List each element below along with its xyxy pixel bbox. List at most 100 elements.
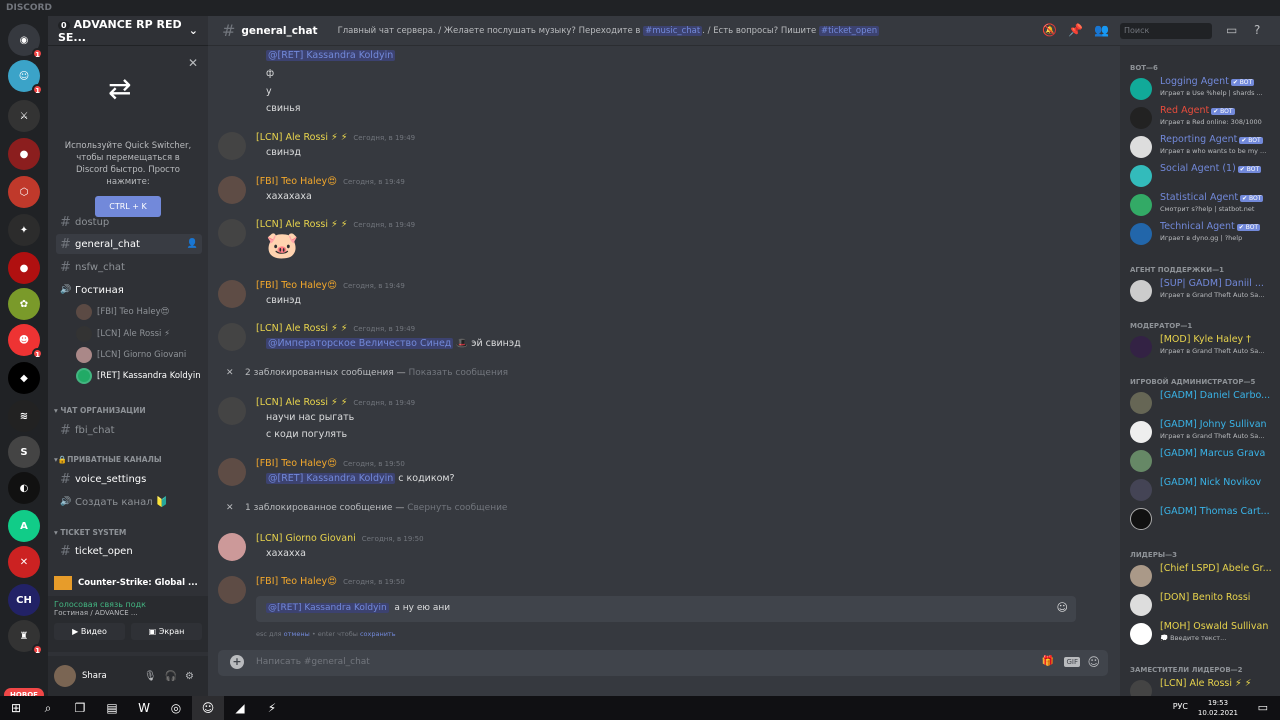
voice-channel-create[interactable]: 🔊 Создать канал 🔰	[56, 492, 202, 512]
mention[interactable]: @[RET] Kassandra Koldyin	[266, 50, 396, 61]
avatar[interactable]	[218, 533, 246, 561]
chrome-icon[interactable]: ◎	[160, 696, 192, 720]
channel-general-chat[interactable]: # general_chat 👤	[56, 234, 202, 254]
category-org[interactable]: ▾ ЧАТ ОРГАНИЗАЦИИ	[54, 406, 146, 415]
gift-icon[interactable]: 🎁	[1042, 656, 1054, 667]
server-icon[interactable]: ☺ 1	[8, 60, 43, 95]
help-icon[interactable]: ?	[1254, 23, 1260, 37]
channel-voice-settings[interactable]: # voice_settings	[56, 469, 202, 489]
discord-icon[interactable]: ☺	[192, 696, 224, 720]
avatar[interactable]	[218, 132, 246, 160]
member[interactable]: Statistical Agent ✔ BOT Смотрит s?help | s…	[1130, 192, 1278, 218]
member[interactable]: [SUP| GADM] Daniil ... Играет в Grand The…	[1130, 278, 1278, 304]
voice-channel-gostinaya[interactable]: 🔊 Гостиная	[56, 280, 202, 300]
voice-user[interactable]: [RET] Kassandra Koldyin	[76, 366, 202, 386]
member[interactable]: Reporting Agent ✔ BOT Играет в who wants t…	[1130, 134, 1278, 160]
avatar[interactable]	[54, 665, 76, 687]
topic-link[interactable]: #ticket_open	[818, 25, 880, 36]
server-icon[interactable]: S	[8, 436, 40, 468]
author[interactable]: [LCN] Ale Rossi ⚡ ⚡ Сегодня, в 19:49	[256, 132, 415, 143]
edit-message-input[interactable]: @[RET] Kassandra Koldyin а ну ею ани ☺	[256, 596, 1076, 622]
voice-user[interactable]: [LCN] Ale Rossi ⚡	[76, 324, 202, 344]
mute-bell-icon[interactable]: 🔕	[1042, 23, 1057, 37]
save-link[interactable]: сохранить	[360, 630, 396, 638]
notification-icon[interactable]: ▭	[1258, 701, 1268, 714]
member[interactable]: [MOH] Oswald Sullivan 💭 Введите текст...	[1130, 621, 1278, 647]
member[interactable]: Social Agent (1) ✔ BOT	[1130, 163, 1278, 189]
author[interactable]: [FBI] Teo Haley😍 Сегодня, в 19:49	[256, 176, 405, 187]
server-icon[interactable]: ☻ 1	[8, 324, 43, 359]
server-icon[interactable]: ✦	[8, 214, 40, 246]
screen-share-button[interactable]: ▣ Экран	[131, 623, 202, 640]
collapse-message-link[interactable]: Свернуть сообщение	[407, 503, 507, 513]
file-icon[interactable]: ▤	[96, 696, 128, 720]
emoji-icon[interactable]: ☺	[1087, 655, 1100, 669]
server-icon[interactable]: ♜ 1	[8, 620, 43, 655]
cancel-link[interactable]: отмены	[284, 630, 310, 638]
avatar[interactable]	[218, 176, 246, 204]
server-icon[interactable]: ⬡	[8, 176, 40, 208]
mic-headset-settings-icons[interactable]: 🎙🎧⚙	[144, 671, 202, 682]
channel-ticket-open[interactable]: # ticket_open	[56, 541, 202, 561]
member[interactable]: [GADM] Marcus Grava	[1130, 448, 1278, 474]
server-icon[interactable]: ◆	[8, 362, 40, 394]
show-messages-link[interactable]: Показать сообщения	[408, 368, 508, 378]
server-icon[interactable]: ●	[8, 138, 40, 170]
recorder-icon[interactable]: ◢	[224, 696, 256, 720]
category-private[interactable]: ▾🔒ПРИВАТНЫЕ КАНАЛЫ	[54, 455, 162, 464]
server-icon[interactable]: ◐	[8, 472, 40, 504]
windows-start-icon[interactable]: ⊞	[0, 696, 32, 720]
member[interactable]: Red Agent ✔ BOT Играет в Red online: 308/1…	[1130, 105, 1278, 131]
pin-icon[interactable]: 📌	[1068, 23, 1083, 37]
video-button[interactable]: ▶ Видео	[54, 623, 125, 640]
emoji-icon[interactable]: ☺	[1057, 601, 1068, 614]
member[interactable]: [MOD] Kyle Haley † Играет в Grand Theft A…	[1130, 334, 1278, 360]
search-input[interactable]: Поиск	[1120, 23, 1212, 39]
author[interactable]: [FBI] Teo Haley😍 Сегодня, в 19:49	[256, 280, 405, 291]
author[interactable]: [FBI] Teo Haley😍 Сегодня, в 19:50	[256, 576, 405, 587]
language-indicator[interactable]: РУС	[1173, 702, 1188, 711]
server-icon[interactable]: ⚔	[8, 100, 40, 132]
add-member-icon[interactable]: 👤	[187, 239, 198, 249]
author[interactable]: [LCN] Ale Rossi ⚡ ⚡ Сегодня, в 19:49	[256, 219, 415, 230]
channel-dostup[interactable]: # dostup	[56, 212, 202, 232]
author[interactable]: [LCN] Ale Rossi ⚡ ⚡ Сегодня, в 19:49	[256, 323, 415, 334]
mention[interactable]: @Императорское Величество Синед	[266, 338, 454, 349]
avatar[interactable]	[218, 576, 246, 604]
server-icon[interactable]: A	[8, 510, 40, 542]
server-icon[interactable]: ✕	[8, 546, 40, 578]
voice-user[interactable]: [FBI] Teo Haley😍	[76, 302, 202, 322]
server-icon[interactable]: CH	[8, 584, 40, 616]
message-composer[interactable]: + Написать #general_chat 🎁 GIF ☺	[218, 650, 1108, 676]
author[interactable]: [LCN] Ale Rossi ⚡ ⚡ Сегодня, в 19:49	[256, 397, 415, 408]
channel-nsfw-chat[interactable]: # nsfw_chat	[56, 257, 202, 277]
search-icon[interactable]: ⌕	[32, 696, 64, 720]
member[interactable]: [LCN] Ale Rossi ⚡ ⚡	[1130, 678, 1278, 696]
member[interactable]: Logging Agent ✔ BOT Играет в Use %help | s…	[1130, 76, 1278, 102]
category-ticket[interactable]: ▾ TICKET SYSTEM	[54, 528, 126, 537]
game-icon[interactable]: ⚡	[256, 696, 288, 720]
gif-button[interactable]: GIF	[1064, 657, 1080, 667]
avatar[interactable]	[218, 280, 246, 308]
word-icon[interactable]: W	[128, 696, 160, 720]
close-icon[interactable]: ✕	[188, 56, 198, 70]
channel-fbi-chat[interactable]: # fbi_chat	[56, 420, 202, 440]
member[interactable]: [GADM] Daniel Carbo...	[1130, 390, 1278, 416]
topic-link[interactable]: #music_chat	[643, 25, 703, 36]
avatar[interactable]	[218, 458, 246, 486]
members-icon[interactable]: 👥	[1094, 23, 1109, 37]
member[interactable]: [GADM] Nick Novikov	[1130, 477, 1278, 503]
member[interactable]: [GADM] Thomas Cart...	[1130, 506, 1278, 532]
avatar[interactable]	[218, 219, 246, 247]
clock[interactable]: 19:53 10.02.2021	[1198, 698, 1238, 718]
author[interactable]: [FBI] Teo Haley😍 Сегодня, в 19:50	[256, 458, 405, 469]
inbox-icon[interactable]: ▭	[1226, 23, 1237, 37]
mention[interactable]: @[RET] Kassandra Koldyin	[266, 473, 396, 484]
member[interactable]: [GADM] Johny Sullivan Играет в Grand Thef…	[1130, 419, 1278, 445]
upload-plus-icon[interactable]: +	[230, 655, 244, 669]
server-header[interactable]: 0 ADVANCE RP RED SE... ⌄	[48, 16, 208, 46]
server-icon[interactable]: ●	[8, 252, 40, 284]
author[interactable]: [LCN] Giorno Giovani Сегодня, в 19:50	[256, 533, 424, 544]
voice-user[interactable]: [LCN] Giorno Giovani	[76, 345, 202, 365]
member[interactable]: [DON] Benito Rossi	[1130, 592, 1278, 618]
